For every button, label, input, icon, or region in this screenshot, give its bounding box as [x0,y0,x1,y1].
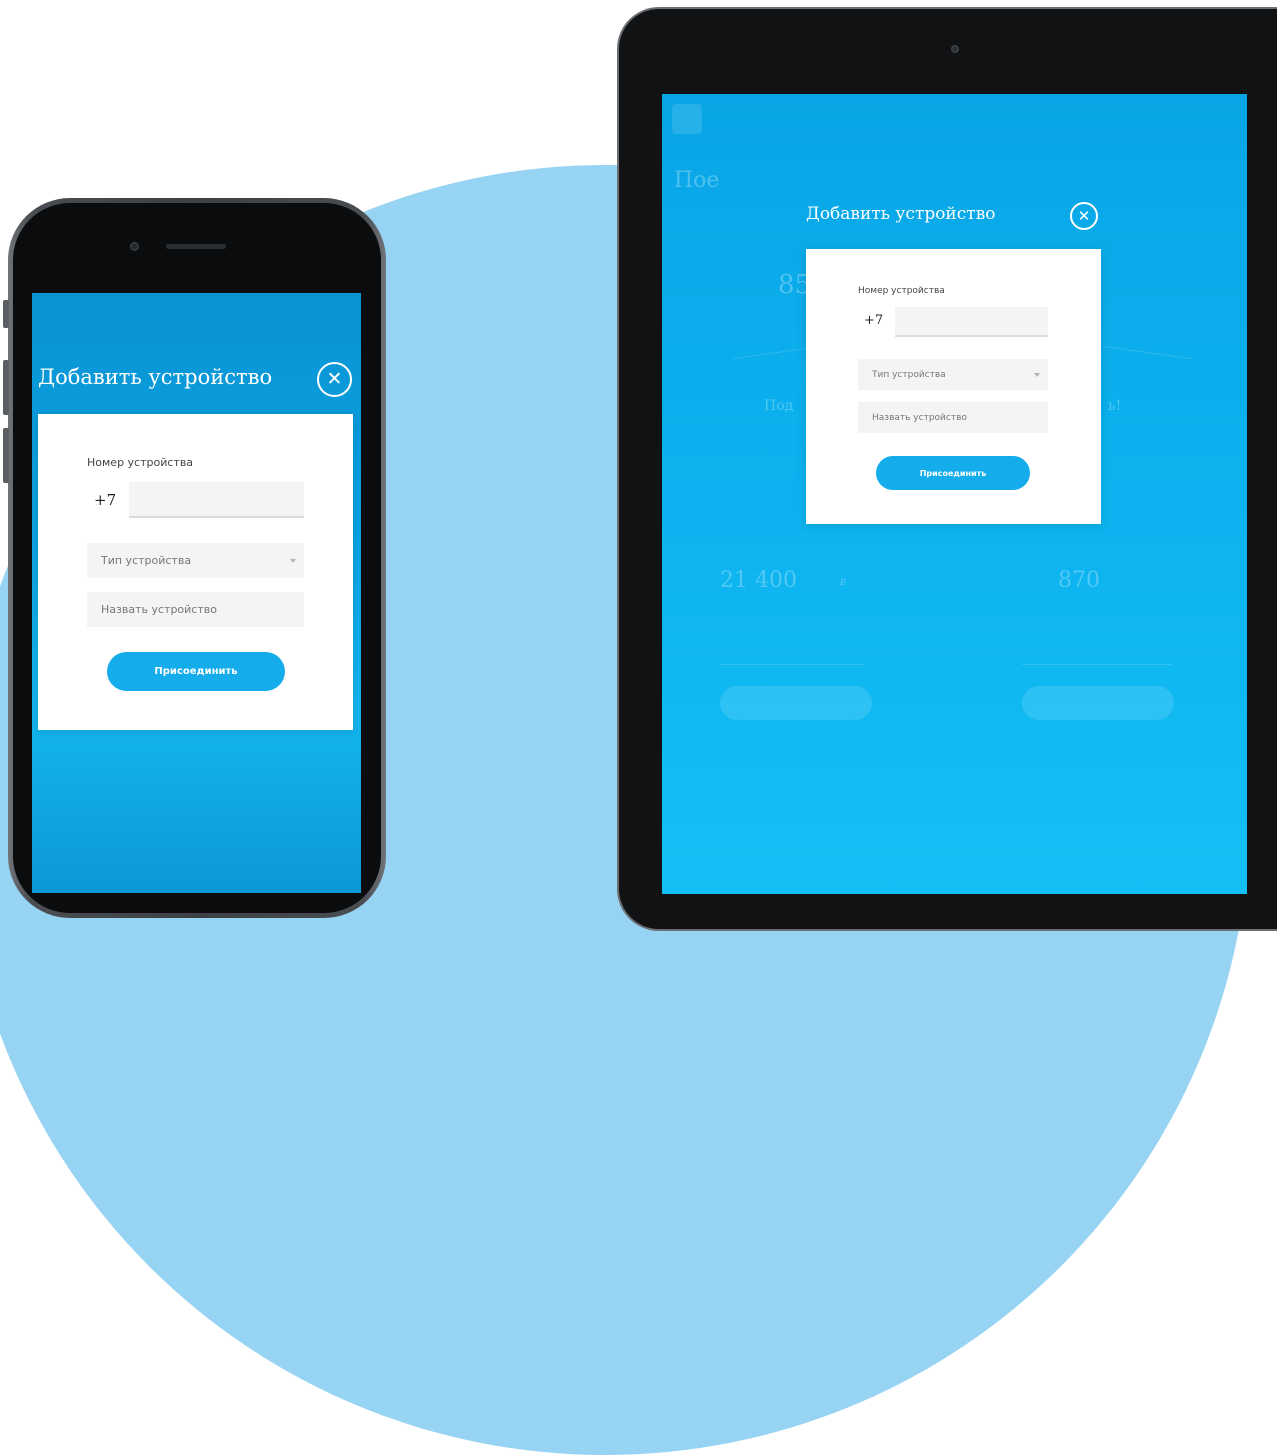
phone-volume-up [3,360,9,415]
phone-speaker [166,244,226,249]
connect-button[interactable]: Присоединить [876,456,1030,490]
phone-prefix: +7 [864,313,884,328]
device-name-placeholder: Назвать устройство [872,412,967,423]
device-type-placeholder: Тип устройства [101,554,192,567]
device-type-select[interactable]: Тип устройства [87,543,304,578]
chevron-down-icon [290,558,296,563]
phone-number-label: Номер устройства [858,286,945,296]
menu-icon [672,104,702,134]
add-device-card: Номер устройства +7 Тип устройства Назва… [806,249,1101,524]
add-device-card: Номер устройства +7 Тип устройства Назва… [38,414,353,730]
bg-points: 870 [1058,568,1100,593]
connect-button[interactable]: Присоединить [107,652,285,691]
close-icon: ✕ [1077,206,1091,225]
phone-volume-down [3,428,9,483]
phone-prefix: +7 [94,491,117,509]
close-button[interactable]: ✕ [317,362,352,397]
chevron-down-icon [1034,372,1040,377]
bg-input-line-right [1022,664,1172,665]
modal-title: Добавить устройство [38,365,273,389]
phone-number-label: Номер устройства [87,456,194,469]
phone-number-input[interactable] [895,307,1048,337]
bg-side-right: ь! [1108,398,1122,414]
device-type-placeholder: Тип устройства [872,369,946,380]
tablet-screen: Пое 85 Под ь! 21 400 ₽ 870 Добавить устр… [662,94,1247,894]
device-name-input[interactable]: Назвать устройство [858,402,1048,433]
device-type-select[interactable]: Тип устройства [858,359,1048,390]
phone-number-input[interactable] [129,482,304,518]
modal-title: Добавить устройство [806,204,996,224]
bg-gauge-line-right [1102,345,1192,360]
bg-button-right [1022,686,1174,720]
bg-button-left [720,686,872,720]
phone-camera [130,242,139,251]
close-button[interactable]: ✕ [1070,202,1098,230]
bg-heading: Пое [674,168,720,193]
device-name-input[interactable]: Назвать устройство [87,592,304,627]
bg-amount-unit: ₽ [840,578,847,589]
bg-side-left: Под [764,398,794,414]
close-icon: ✕ [326,368,343,390]
phone-screen: Добавить устройство ✕ Номер устройства +… [32,293,361,893]
device-name-placeholder: Назвать устройство [101,603,217,616]
phone-mute-switch [3,300,9,328]
bg-input-line-left [720,664,865,665]
bg-amount: 21 400 [720,568,797,593]
tablet-camera [951,45,959,53]
